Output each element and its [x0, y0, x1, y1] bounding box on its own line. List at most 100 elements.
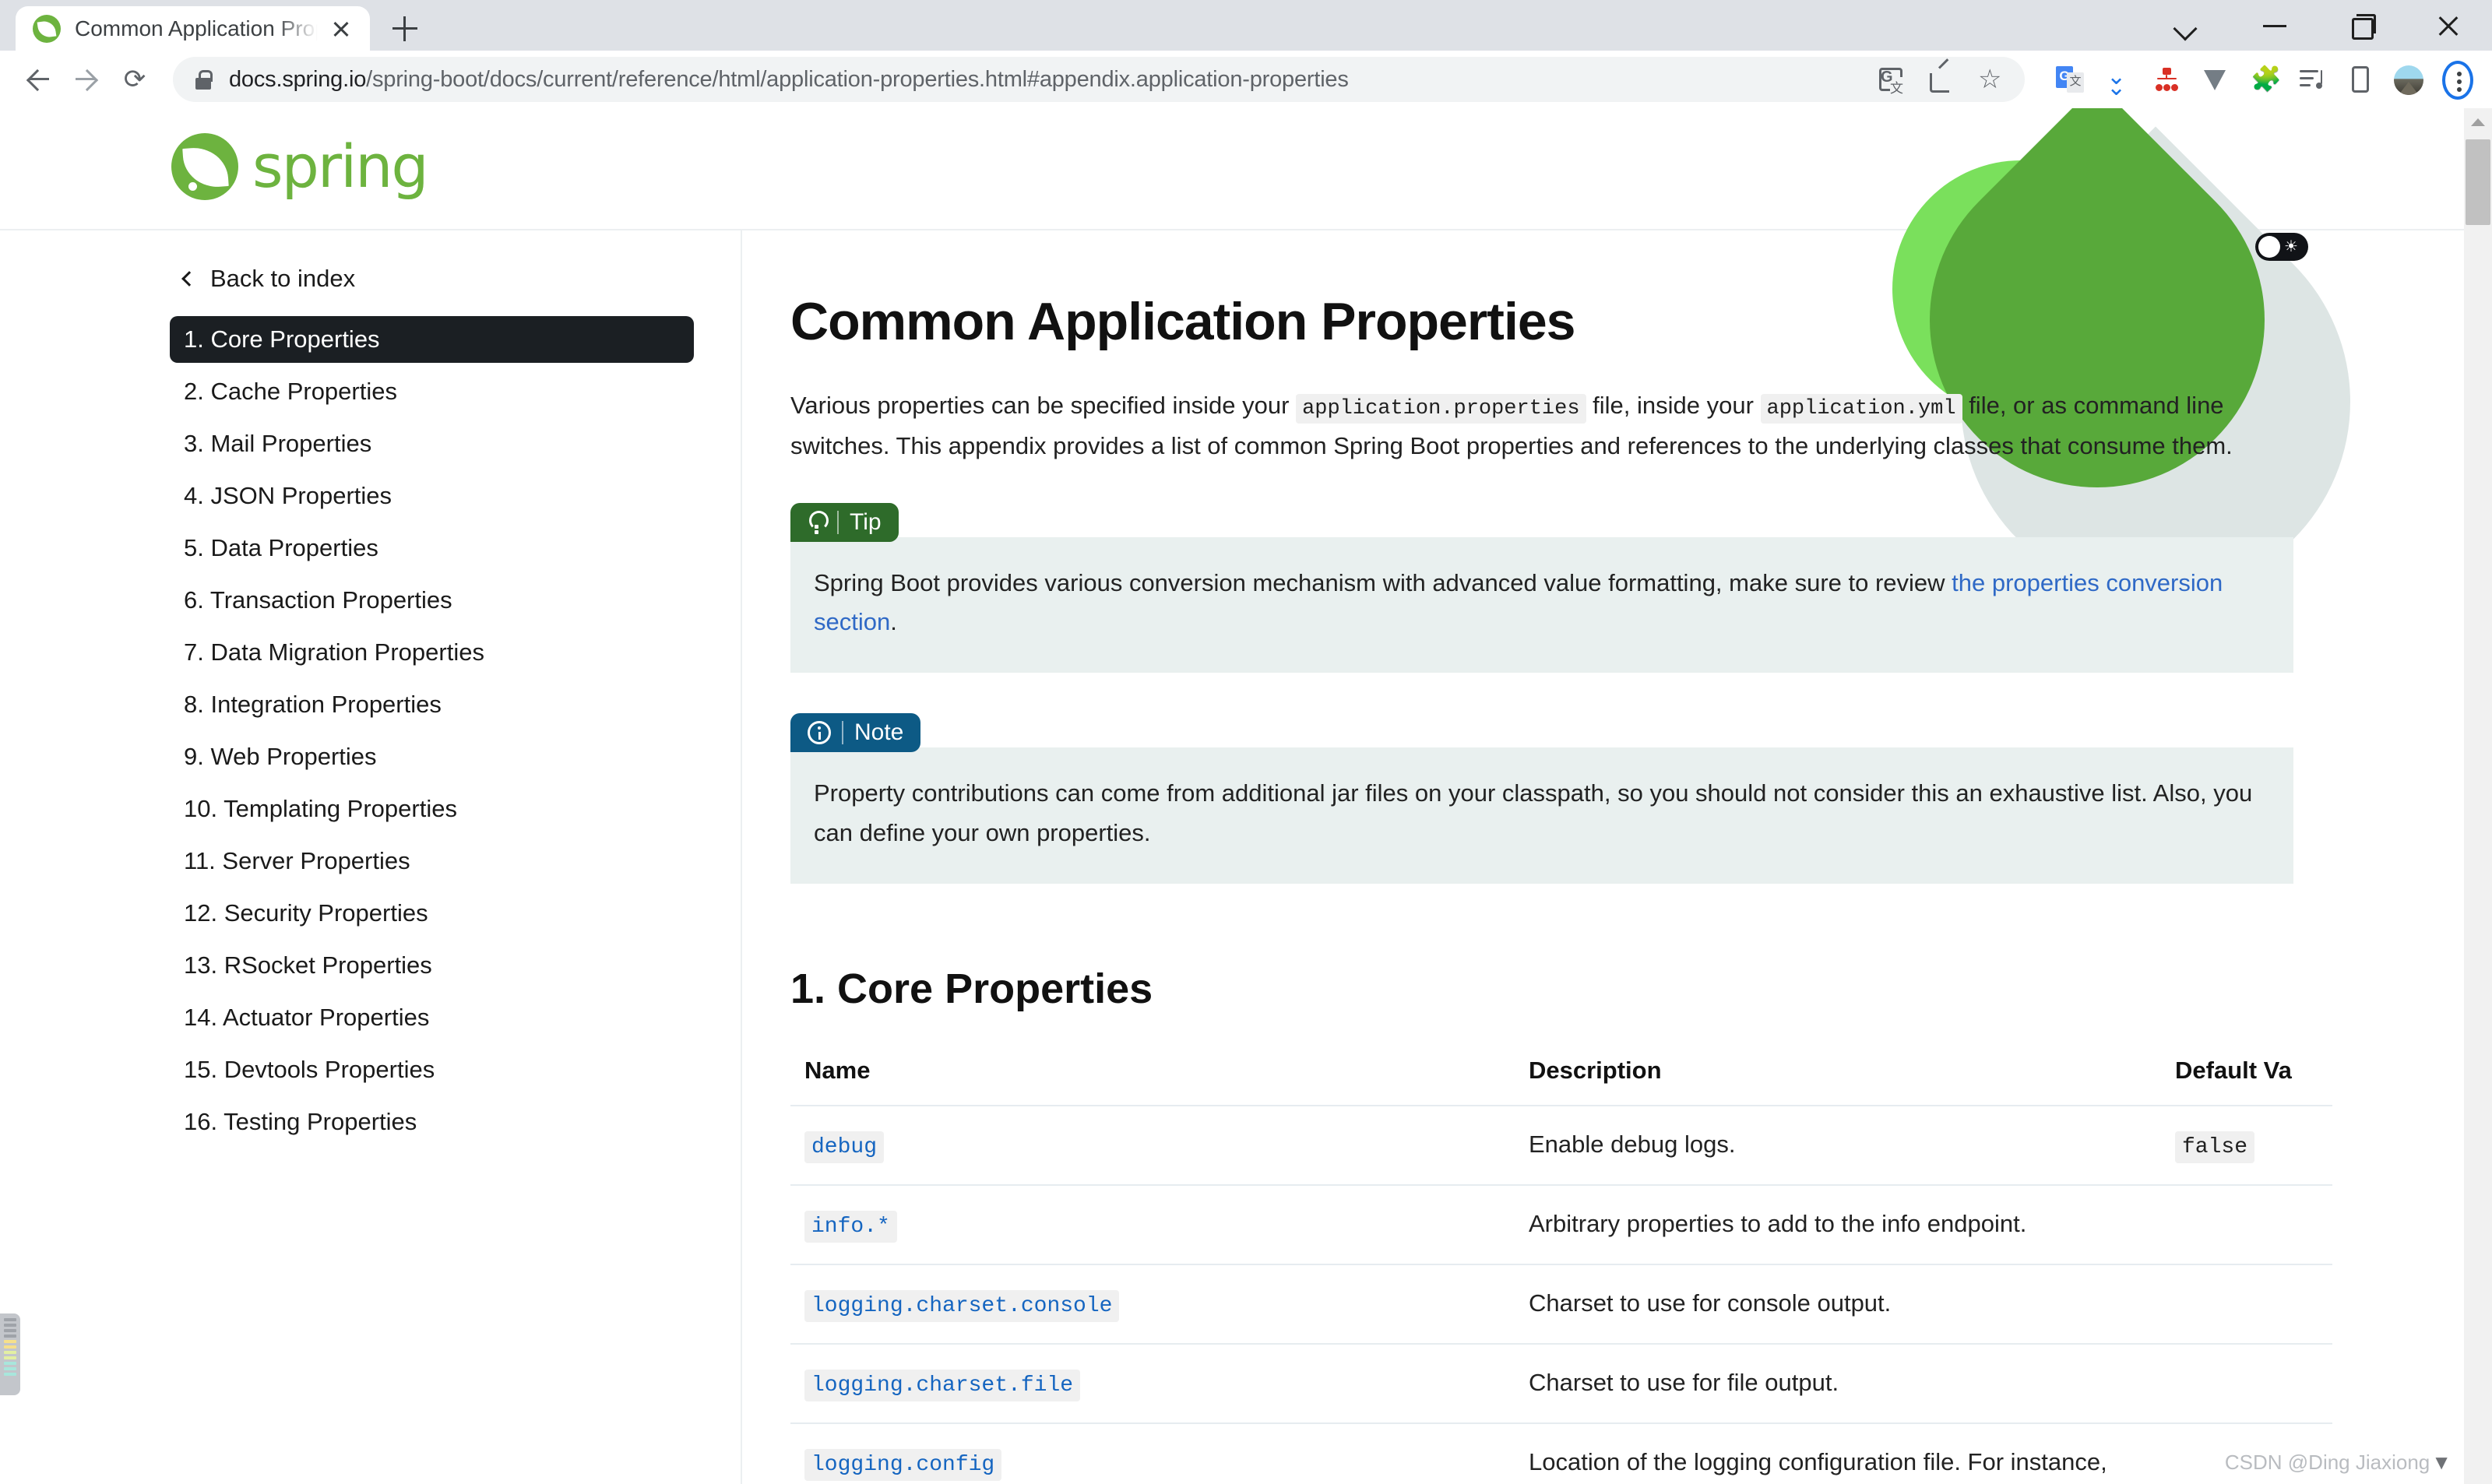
tab-strip: Common Application Properti	[0, 0, 2492, 51]
tip-admonition: Tip Spring Boot provides various convers…	[790, 502, 2293, 673]
note-body: Property contributions can come from add…	[790, 747, 2293, 884]
side-panel-handle[interactable]	[0, 1313, 20, 1395]
playlist-music-icon[interactable]	[2290, 58, 2333, 101]
info-circle-icon	[808, 721, 831, 745]
site-header: spring	[0, 108, 2492, 230]
property-name-link[interactable]: logging.charset.console	[804, 1289, 1120, 1322]
property-description: Enable debug logs.	[1529, 1130, 1736, 1158]
chevron-left-icon	[181, 271, 197, 287]
table-row: info.* Arbitrary properties to add to th…	[790, 1184, 2332, 1264]
page-scrollbar[interactable]	[2464, 108, 2492, 1484]
tab-title: Common Application Properti	[75, 16, 320, 40]
property-default-value	[2161, 1264, 2332, 1344]
tip-body: Spring Boot provides various conversion …	[790, 536, 2293, 673]
tip-text-after: .	[890, 608, 897, 636]
sitemap-tree-icon[interactable]	[2145, 58, 2188, 101]
reload-glyph: ⟳	[123, 65, 146, 94]
google-translate-icon[interactable]: G文	[2048, 58, 2092, 101]
sidebar-item-cache[interactable]: 2. Cache Properties	[170, 368, 694, 415]
column-header-default-value: Default Va	[2175, 1056, 2292, 1084]
lightbulb-icon	[808, 510, 829, 534]
translate-page-icon[interactable]: G	[1869, 58, 1913, 101]
arrow-right-icon[interactable]	[62, 55, 111, 104]
url-text: docs.spring.io/spring-boot/docs/current/…	[229, 67, 1349, 93]
url-host: docs.spring.io	[229, 66, 367, 92]
sidebar-item-mail[interactable]: 3. Mail Properties	[170, 420, 694, 467]
sidebar-item-transaction[interactable]: 6. Transaction Properties	[170, 577, 694, 624]
note-admonition: Note Property contributions can come fro…	[790, 713, 2293, 884]
section-title: 1. Core Properties	[790, 965, 1153, 1012]
browser-window: Common Application Properti ⟳ docs.sprin…	[0, 0, 2492, 1484]
minimize-icon[interactable]	[2230, 0, 2318, 51]
table-row: logging.charset.file Charset to use for …	[790, 1343, 2332, 1423]
table-row: logging.config Location of the logging c…	[790, 1422, 2332, 1484]
table-row: debug Enable debug logs. false	[790, 1105, 2332, 1185]
sidebar-item-devtools[interactable]: 15. Devtools Properties	[170, 1046, 694, 1093]
sidebar-item-web[interactable]: 9. Web Properties	[170, 733, 694, 780]
chevron-down-icon[interactable]	[2143, 0, 2230, 51]
scroll-up-arrow-icon[interactable]	[2464, 108, 2492, 136]
column-header-name: Name	[804, 1056, 871, 1084]
back-to-index-link[interactable]: Back to index	[181, 265, 741, 293]
sidebar-item-integration[interactable]: 8. Integration Properties	[170, 681, 694, 728]
watermark: CSDN @Ding Jiaxiong▼	[2225, 1451, 2452, 1475]
property-default-value: false	[2175, 1131, 2255, 1163]
sidebar-item-json[interactable]: 4. JSON Properties	[170, 473, 694, 519]
sidebar-item-rsocket[interactable]: 13. RSocket Properties	[170, 942, 694, 989]
property-name-link[interactable]: logging.config	[804, 1448, 1002, 1481]
toggle-knob	[2258, 236, 2280, 258]
intro-part2: file, inside your	[1586, 392, 1761, 419]
main-content: Common Application Properties Various pr…	[742, 108, 2492, 1484]
new-tab-button[interactable]	[379, 6, 431, 51]
sidebar-item-data-migration[interactable]: 7. Data Migration Properties	[170, 629, 694, 676]
intro-code-yml: application.yml	[1760, 394, 1962, 424]
theme-toggle-sun-icon: ☀	[2284, 238, 2298, 255]
sidebar-item-templating[interactable]: 10. Templating Properties	[170, 786, 694, 832]
address-bar[interactable]: docs.spring.io/spring-boot/docs/current/…	[173, 57, 2025, 102]
property-description: Charset to use for file output.	[1529, 1368, 1839, 1396]
property-default-value	[2161, 1185, 2332, 1264]
page-body: Back to index 1. Core Properties 2. Cach…	[0, 108, 2492, 1484]
close-icon[interactable]	[323, 11, 359, 47]
device-toggle-icon[interactable]	[2338, 58, 2381, 101]
note-label: Note	[790, 713, 921, 753]
spring-logo[interactable]: spring	[171, 132, 429, 201]
tip-label: Tip	[790, 502, 899, 542]
arrow-left-icon[interactable]	[14, 55, 62, 104]
sidebar-item-data[interactable]: 5. Data Properties	[170, 525, 694, 571]
property-name-link[interactable]: info.*	[804, 1210, 897, 1243]
sidebar-item-testing[interactable]: 16. Testing Properties	[170, 1099, 694, 1145]
browser-tab[interactable]: Common Application Properti	[16, 6, 370, 51]
tip-label-text: Tip	[850, 508, 882, 535]
logo-text: spring	[252, 132, 429, 201]
lock-icon	[195, 69, 213, 90]
scrollbar-thumb[interactable]	[2466, 139, 2490, 225]
back-to-index-label: Back to index	[210, 265, 356, 292]
page-title: Common Application Properties	[790, 292, 1575, 351]
intro-part1: Various properties can be specified insi…	[790, 392, 1297, 419]
download-chevron-icon[interactable]: ⌄ ⌄	[2096, 58, 2140, 101]
property-description: Arbitrary properties to add to the info …	[1529, 1209, 2027, 1237]
property-description: Charset to use for console output.	[1529, 1289, 1892, 1317]
intro-code-properties: application.properties	[1296, 394, 1586, 424]
vue-devtools-icon[interactable]	[2193, 58, 2237, 101]
theme-toggle[interactable]: ☀	[2255, 233, 2308, 261]
close-window-icon[interactable]	[2405, 0, 2492, 51]
reload-icon[interactable]: ⟳	[111, 55, 159, 104]
three-dot-menu-icon[interactable]	[2434, 58, 2478, 101]
property-name-link[interactable]: logging.charset.file	[804, 1369, 1081, 1401]
sidebar-item-core[interactable]: 1. Core Properties	[170, 316, 694, 363]
share-icon[interactable]	[1919, 58, 1962, 101]
spring-leaf-icon	[33, 14, 61, 43]
property-name-link[interactable]: debug	[804, 1131, 885, 1163]
avatar[interactable]	[2386, 58, 2430, 101]
sidebar-item-actuator[interactable]: 14. Actuator Properties	[170, 994, 694, 1041]
property-default-value	[2161, 1344, 2332, 1423]
sidebar-item-server[interactable]: 11. Server Properties	[170, 838, 694, 884]
puzzle-extensions-icon[interactable]: 🧩	[2241, 58, 2285, 101]
sidebar-item-security[interactable]: 12. Security Properties	[170, 890, 694, 937]
restore-icon[interactable]	[2318, 0, 2405, 51]
omnibox-actions: G ☆	[1869, 58, 2012, 101]
watermark-text: CSDN @Ding Jiaxiong	[2224, 1451, 2430, 1474]
bookmark-star-icon[interactable]: ☆	[1969, 58, 2012, 101]
